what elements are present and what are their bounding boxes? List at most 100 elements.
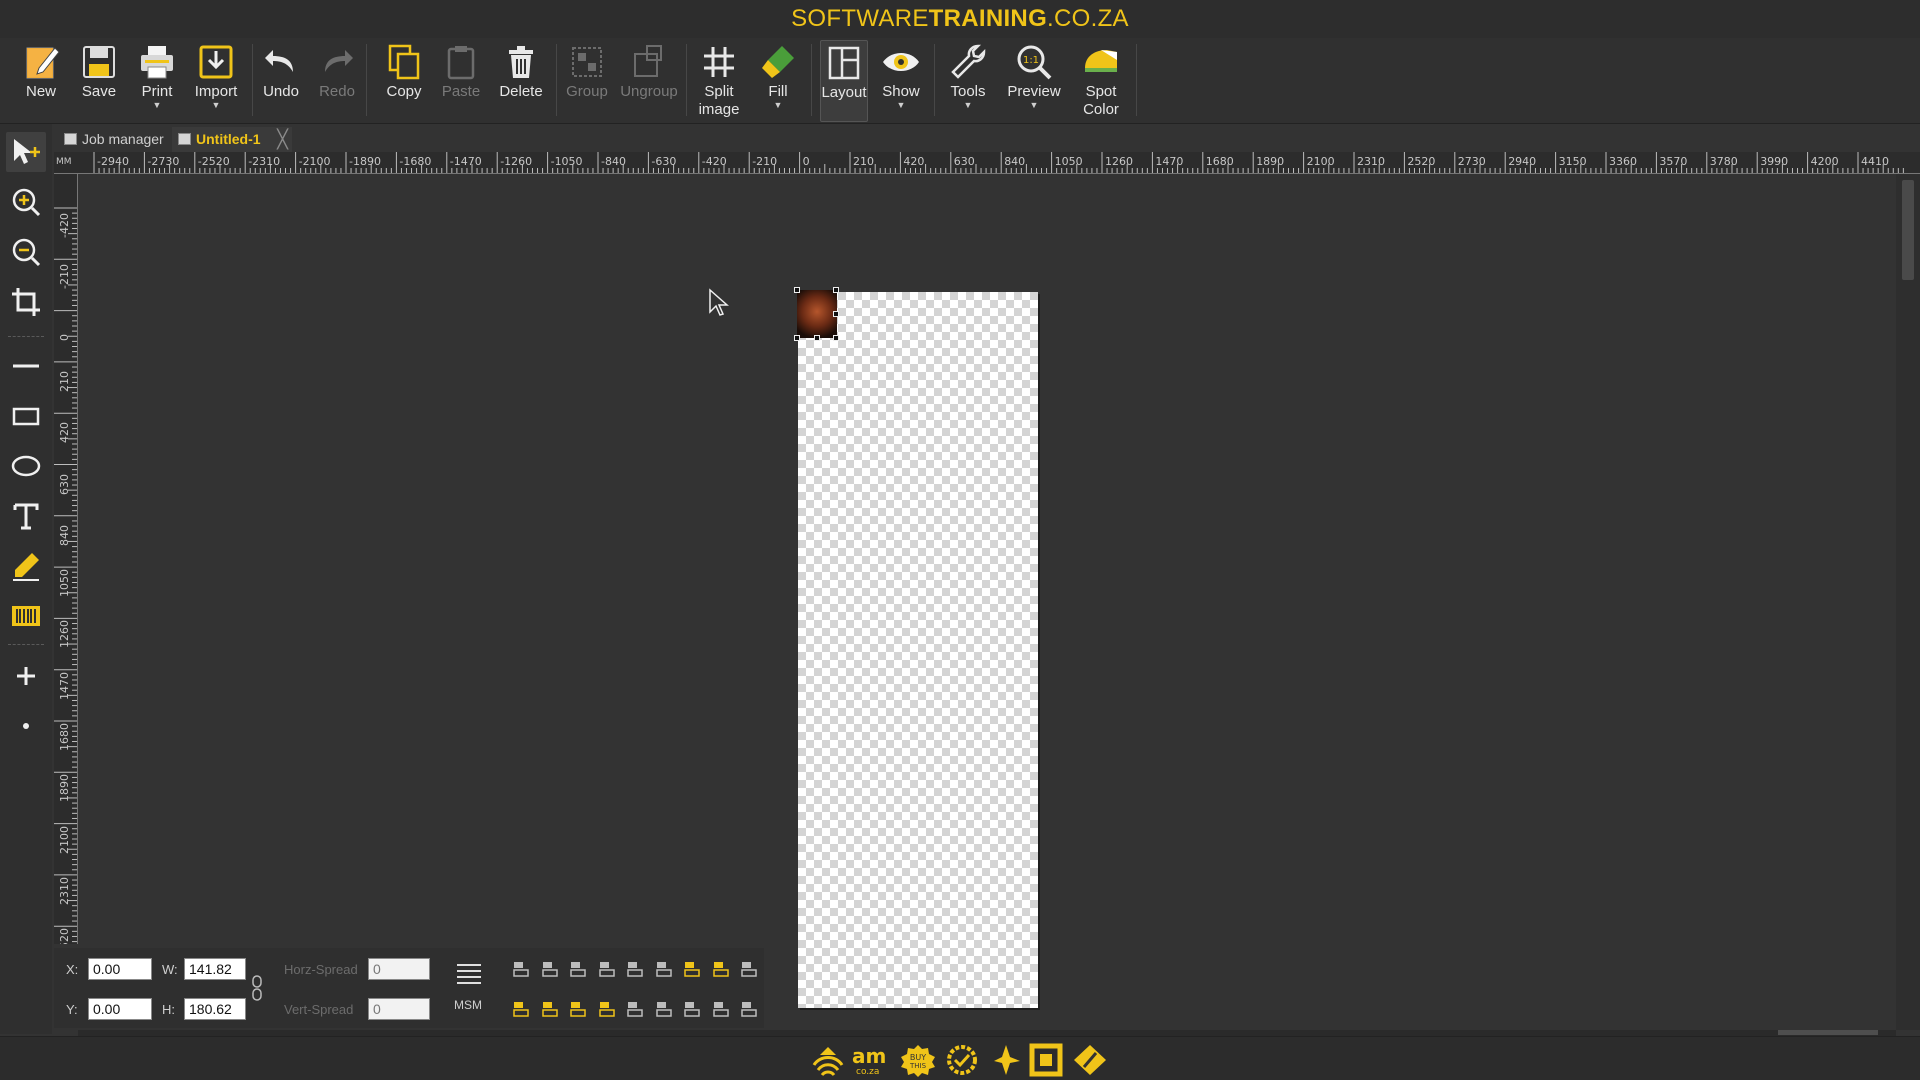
document-icon [64,133,77,145]
zoom-out-icon [12,238,41,267]
text-tool[interactable] [6,496,46,536]
ruler-tick-label: -2310 [248,155,281,168]
print-dropdown-icon[interactable]: ▼ [134,101,180,110]
height-input[interactable] [184,998,246,1020]
fill-dropdown-icon[interactable]: ▼ [753,101,803,110]
align-center-h-icon [541,962,558,977]
fill-button[interactable]: Fill ▼ [753,40,803,122]
fit-width-button[interactable] [681,958,703,980]
show-button[interactable]: Show ▼ [876,40,926,122]
copy-button[interactable]: Copy [381,40,427,122]
document-icon [178,133,191,145]
redo-button[interactable]: Redo [316,40,358,122]
tools-button[interactable]: Tools ▼ [943,40,993,122]
flip-horizontal-button[interactable] [567,998,589,1020]
paste-button[interactable]: Paste [438,40,484,122]
bring-front-button[interactable] [681,998,703,1020]
send-backward-icon [655,1002,672,1017]
show-dropdown-icon[interactable]: ▼ [876,101,926,110]
group-button[interactable]: Group [562,40,612,122]
ruler-tick-label: 840 [58,524,71,546]
zoom-in-tool[interactable] [6,182,46,222]
ellipse-tool[interactable] [6,446,46,486]
stack-button[interactable] [738,998,760,1020]
x-position-input[interactable] [88,958,152,980]
trash-icon [509,46,533,78]
ruler-tick-label: 1470 [1155,155,1184,168]
flip-vertical-button[interactable] [596,998,618,1020]
preview-button[interactable]: 1:1 Preview ▼ [1006,40,1062,122]
rectangle-tool[interactable] [6,396,46,436]
fit-height-icon [712,962,729,977]
import-dropdown-icon[interactable]: ▼ [191,101,241,110]
preview-dropdown-icon[interactable]: ▼ [1006,101,1062,110]
tab-untitled-1[interactable]: Untitled-1 ╳ [172,127,292,152]
split-image-button[interactable]: Split image [694,40,744,122]
distribute-button[interactable] [738,958,760,980]
ruler-tick-label: 3570 [1659,155,1688,168]
ruler-tick-label: 2100 [1306,155,1335,168]
horz-spread-input[interactable] [368,958,430,980]
line-tool[interactable] [6,346,46,386]
scrollbar-thumb[interactable] [1778,1030,1878,1035]
resize-handle[interactable] [833,287,839,293]
selected-image[interactable] [797,290,837,338]
print-page[interactable] [798,292,1038,1008]
scrollbar-thumb[interactable] [1902,180,1914,280]
distribute-icon [741,962,757,977]
print-button[interactable]: Print ▼ [134,40,180,122]
ruler-tick-label: -2940 [97,155,129,168]
eye-icon [883,53,919,71]
clipboard-icon [447,46,475,80]
fit-height-button[interactable] [710,958,732,980]
lines-menu-icon[interactable] [454,960,484,986]
y-position-input[interactable] [88,998,152,1020]
spot-color-button[interactable]: Spot Color [1074,40,1128,122]
align-right-button[interactable] [567,958,589,980]
resize-handle[interactable] [833,311,839,317]
link-aspect-icon[interactable] [250,972,264,1004]
send-backward-button[interactable] [653,998,675,1020]
align-middle-v-button[interactable] [624,958,646,980]
add-tool[interactable] [6,656,46,696]
align-bottom-button[interactable] [653,958,675,980]
canvas-area[interactable] [78,174,1896,1030]
barcode-tool[interactable] [6,596,46,636]
spot-color-icon [1085,50,1117,72]
vertical-scrollbar[interactable] [1896,174,1920,1030]
stack-icon [741,1002,757,1017]
delete-button[interactable]: Delete [496,40,546,122]
select-tool[interactable] [6,132,46,172]
bring-forward-button[interactable] [624,998,646,1020]
align-center-h-button[interactable] [539,958,561,980]
ruler-tick-label: 1890 [1256,155,1285,168]
ungroup-button[interactable]: Ungroup [620,40,678,122]
resize-handle[interactable] [794,335,800,341]
vert-spread-input[interactable] [368,998,430,1020]
save-button[interactable]: Save [76,40,122,122]
resize-handle[interactable] [794,287,800,293]
point-tool[interactable] [6,706,46,746]
ruler-tick-label: 1680 [58,723,71,751]
undo-button[interactable]: Undo [260,40,302,122]
zoom-out-tool[interactable] [6,232,46,272]
pencil-tool[interactable] [6,546,46,586]
align-left-button[interactable] [510,958,532,980]
new-button[interactable]: New [18,40,64,122]
align-top-button[interactable] [596,958,618,980]
paint-brush-icon [762,46,794,78]
resize-handle[interactable] [833,335,839,341]
resize-handle[interactable] [814,335,820,341]
ruler-tick-label: -420 [58,213,71,238]
crop-tool[interactable] [6,282,46,322]
rotate-left-button[interactable] [510,998,532,1020]
import-button[interactable]: Import ▼ [191,40,241,122]
layout-button[interactable]: Layout [820,40,868,122]
tools-dropdown-icon[interactable]: ▼ [943,101,993,110]
tab-job-manager[interactable]: Job manager [58,127,168,152]
send-back-button[interactable] [710,998,732,1020]
width-input[interactable] [184,958,246,980]
close-tab-icon[interactable]: ╳ [277,127,288,151]
ruler-tick-label: 3780 [1709,155,1738,168]
rotate-right-button[interactable] [539,998,561,1020]
